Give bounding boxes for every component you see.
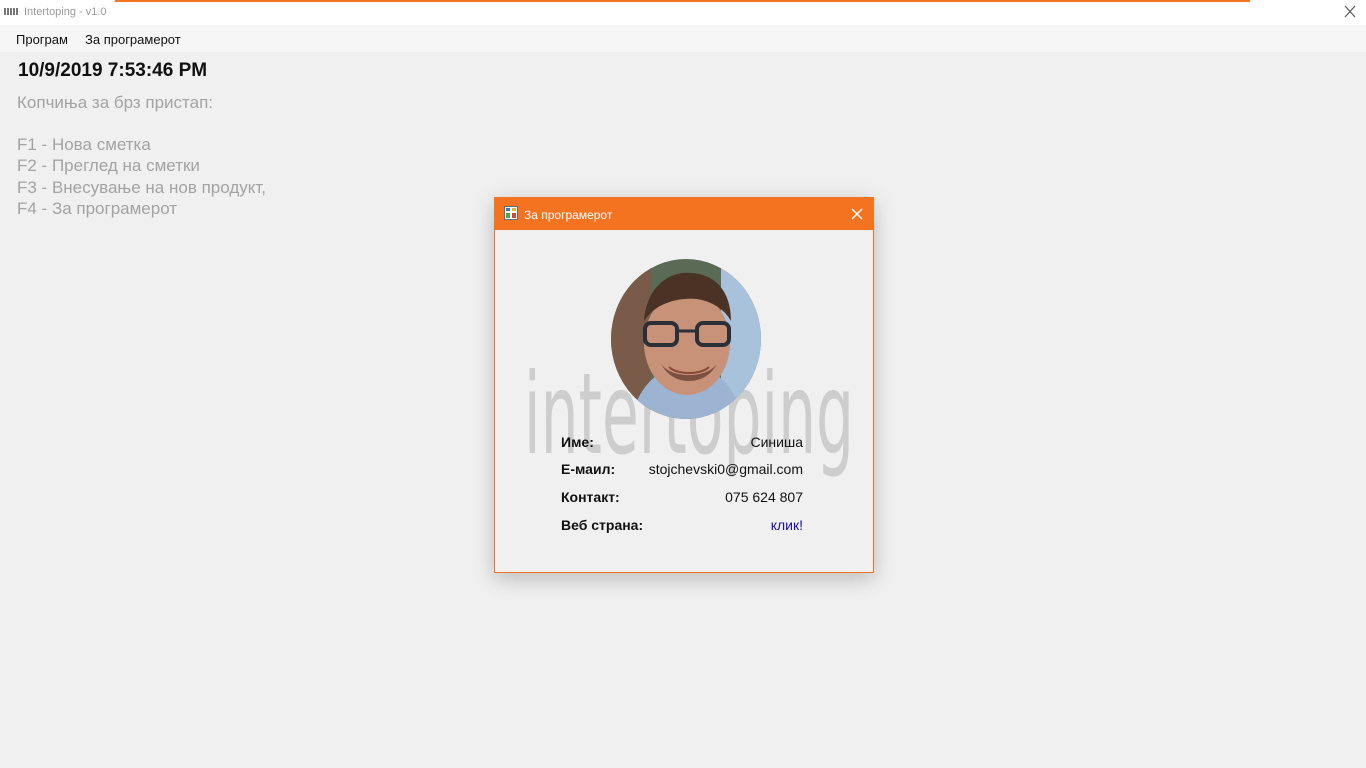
shortcut-add-product: F3 - Внесување на нов продукт, (17, 178, 266, 197)
window-title: Intertoping - v1.0 (24, 6, 107, 18)
website-label: Веб страна: (561, 517, 644, 533)
window-close-icon[interactable] (1340, 3, 1360, 21)
shortcut-about-programmer: F4 - За програмерот (17, 199, 178, 218)
form-icon (504, 206, 518, 220)
name-label: Име: (561, 434, 594, 450)
contact-label: Контакт: (561, 489, 620, 505)
shortcut-view-bills: F2 - Преглед на сметки (17, 156, 200, 175)
shortcuts-heading: Копчиња за брз пристап: (17, 93, 214, 112)
dialog-close-icon[interactable] (849, 206, 865, 222)
email-value: stojchevski0@gmail.com (648, 461, 803, 477)
titlebar-accent-line (115, 0, 1250, 2)
email-label: Е-маил: (561, 461, 616, 477)
menu-item-program[interactable]: Програм (16, 32, 68, 47)
app-icon (4, 8, 18, 15)
name-value: Синиша (750, 434, 804, 450)
developer-avatar (611, 259, 761, 419)
current-datetime: 10/9/2019 7:53:46 PM (18, 60, 208, 81)
contact-value: 075 624 807 (725, 489, 803, 505)
menu-bar: Програм За програмерот (0, 25, 1366, 52)
about-dialog: За програмерот intertoping Име: Синиша Е… (494, 197, 874, 573)
shortcut-new-bill: F1 - Нова сметка (17, 135, 151, 154)
dialog-title: За програмерот (524, 208, 613, 222)
website-link[interactable]: клик! (771, 517, 803, 533)
dialog-titlebar: За програмерот (495, 198, 873, 230)
menu-item-about-programmer[interactable]: За програмерот (85, 32, 181, 47)
window-titlebar: Intertoping - v1.0 (0, 0, 1366, 25)
